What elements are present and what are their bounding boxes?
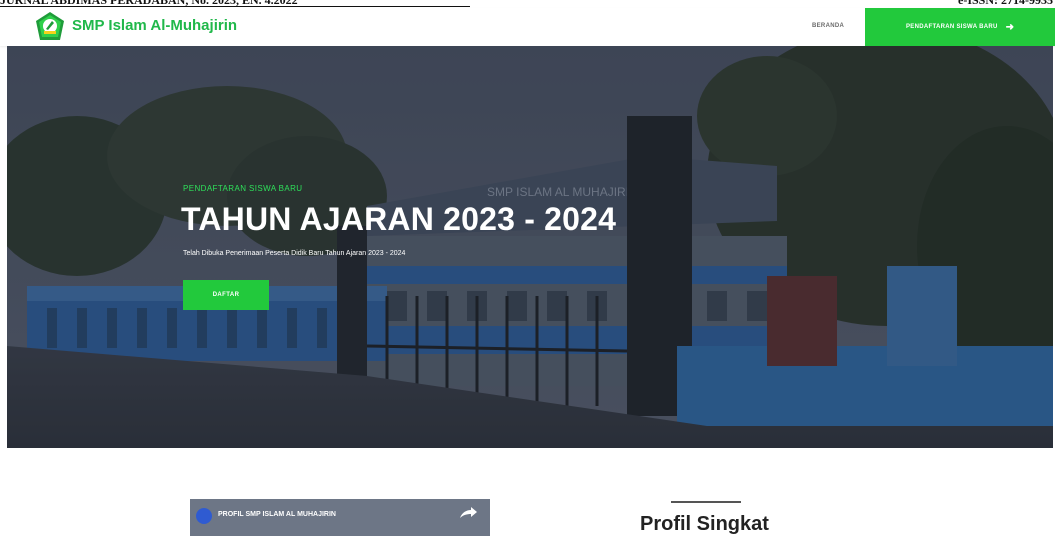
channel-avatar[interactable] [196, 508, 212, 524]
navbar: SMP Islam Al-Muhajirin BERANDA PENDAFTAR… [0, 8, 1055, 46]
hero-subtitle: Telah Dibuka Penerimaan Peserta Didik Ba… [183, 250, 406, 257]
hero-eyebrow: PENDAFTARAN SISWA BARU [183, 184, 303, 193]
journal-header-underline [0, 6, 470, 7]
hero-title: TAHUN AJARAN 2023 - 2024 [181, 201, 617, 237]
registration-nav-label: PENDAFTARAN SISWA BARU [906, 24, 998, 30]
profile-video-player[interactable]: PROFIL SMP ISLAM AL MUHAJIRIN [190, 499, 490, 536]
register-button[interactable]: DAFTAR [183, 280, 269, 310]
arrow-right-icon: ➜ [1005, 21, 1014, 33]
journal-header-right: e-ISSN: 2714-9935 [958, 0, 1053, 7]
section-divider [671, 501, 741, 503]
school-building-photo: SMP ISLAM AL MUHAJIRIN [7, 46, 1053, 448]
nav-link-home[interactable]: BERANDA [812, 23, 844, 29]
hero-banner: SMP ISLAM AL MUHAJIRIN PENDAFTARAN SISWA… [7, 46, 1053, 448]
journal-header-strip: JURNAL ABDIMAS PERADABAN, No. 2023, EN. … [0, 0, 1055, 8]
school-logo-icon[interactable] [35, 11, 65, 41]
register-button-label: DAFTAR [212, 292, 240, 298]
registration-nav-button[interactable]: PENDAFTARAN SISWA BARU ➜ [865, 8, 1055, 46]
video-title[interactable]: PROFIL SMP ISLAM AL MUHAJIRIN [218, 511, 336, 518]
brand-name[interactable]: SMP Islam Al-Muhajirin [72, 17, 237, 34]
share-icon[interactable] [458, 506, 478, 520]
profile-heading: Profil Singkat [640, 513, 769, 535]
